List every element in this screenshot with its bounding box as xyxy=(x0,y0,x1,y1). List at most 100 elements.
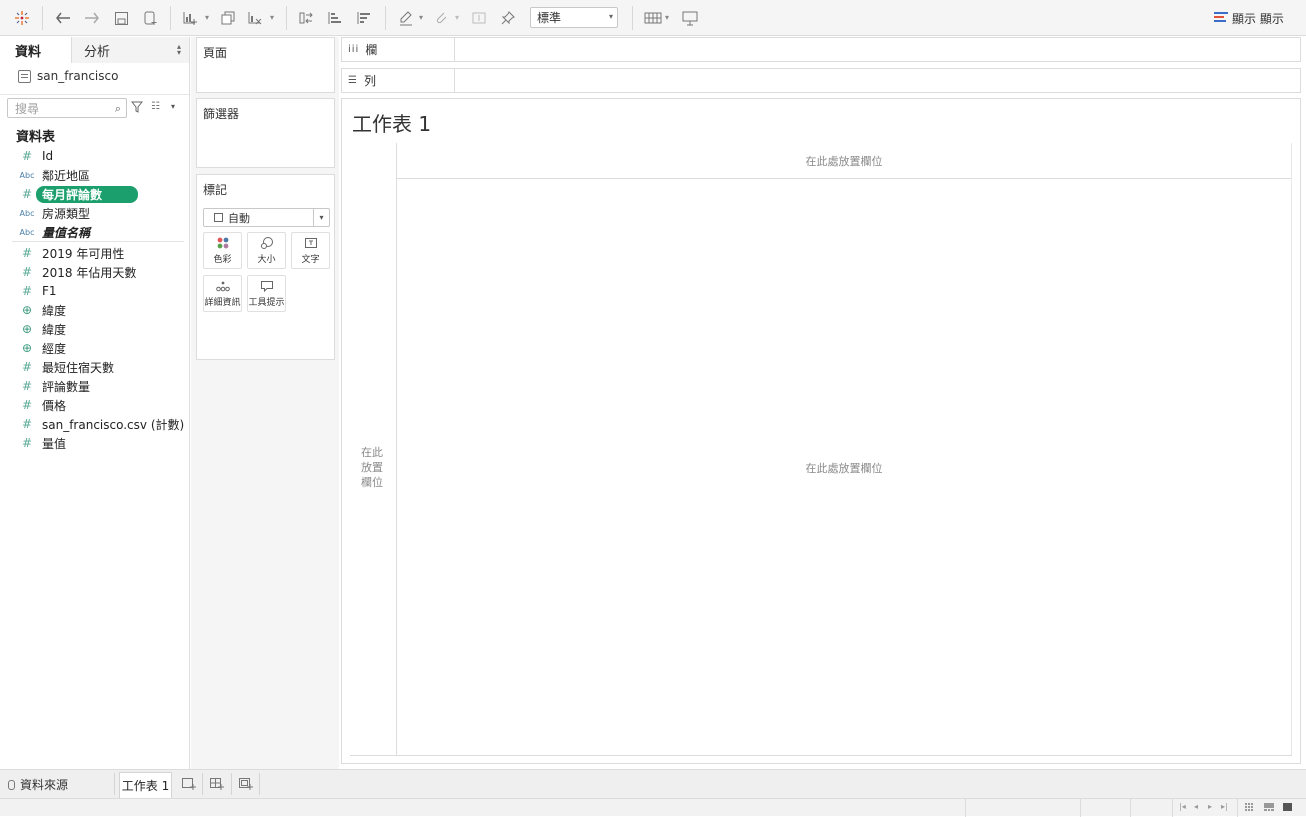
dimension-abc-icon: Abc xyxy=(19,208,35,218)
detail-label: 詳細資訊 xyxy=(204,298,241,308)
field-name: 經度 xyxy=(42,341,67,356)
search-placeholder: 搜尋 xyxy=(15,101,40,116)
globe-icon: ⊕ xyxy=(21,322,33,336)
pane-tabs: 資料 分析 ▴ ▾ xyxy=(0,37,189,63)
fit-icon[interactable] xyxy=(643,8,663,28)
field-item[interactable]: # F1 xyxy=(12,282,186,300)
row-drop-line: 欄位 xyxy=(361,476,383,489)
text-label: 文字 xyxy=(301,255,320,265)
tab-worksheet-1[interactable]: 工作表 1 xyxy=(119,772,172,798)
field-item[interactable]: # 最短住宿天數 xyxy=(12,358,186,376)
field-item[interactable]: Abc 鄰近地區 xyxy=(12,166,186,184)
show-me-button[interactable]: 顯示 顯示 xyxy=(1214,9,1284,27)
pages-shelf[interactable]: 頁面 xyxy=(196,37,335,93)
highlight-caret-icon[interactable]: ▾ xyxy=(419,13,427,23)
redo-icon[interactable] xyxy=(82,8,102,28)
field-item[interactable]: ⊕ 緯度 xyxy=(12,301,186,319)
field-name: F1 xyxy=(42,284,57,298)
pin-icon[interactable] xyxy=(498,8,518,28)
fit-select[interactable]: 標準 ▾ xyxy=(530,7,618,28)
search-input[interactable]: 搜尋 ⌕ xyxy=(7,98,127,118)
field-item[interactable]: # 2019 年可用性 xyxy=(12,244,186,262)
undo-icon[interactable] xyxy=(53,8,73,28)
field-item[interactable]: Abc 量值名稱 xyxy=(12,223,186,241)
tab-analysis[interactable]: 分析 ▴ ▾ xyxy=(71,37,189,63)
measure-hash-icon: # xyxy=(21,379,33,393)
show-me-label: 顯示 顯示 xyxy=(1232,11,1284,26)
measure-hash-icon: # xyxy=(21,246,33,260)
first-page-icon[interactable]: |◂ xyxy=(1179,802,1186,811)
view-list-icon[interactable]: ☷ xyxy=(151,101,160,112)
text-button[interactable]: 文字 xyxy=(291,232,330,269)
field-name: 2018 年佔用天數 xyxy=(42,265,137,280)
labels-icon[interactable] xyxy=(469,8,489,28)
field-item[interactable]: # Id xyxy=(12,147,186,165)
mark-type-select[interactable]: 自動 ▾ xyxy=(203,208,330,227)
duplicate-sheet-icon[interactable] xyxy=(218,8,238,28)
size-button[interactable]: 大小 xyxy=(247,232,286,269)
new-worksheet-tab-icon[interactable] xyxy=(181,777,197,791)
swap-icon[interactable] xyxy=(296,8,316,28)
filter-icon[interactable] xyxy=(131,101,143,113)
clear-sheet-icon[interactable] xyxy=(245,8,265,28)
text-icon xyxy=(304,236,318,250)
new-story-tab-icon[interactable] xyxy=(238,777,254,791)
field-item[interactable]: # 評論數量 xyxy=(12,377,186,395)
row-drop-line: 在此 xyxy=(361,446,383,459)
globe-icon: ⊕ xyxy=(21,341,33,355)
prev-page-icon[interactable]: ◂ xyxy=(1194,802,1198,811)
field-item[interactable]: ⊕ 緯度 xyxy=(12,320,186,338)
columns-icon: iii xyxy=(348,44,360,55)
column-drop-zone[interactable]: 在此處放置欄位 xyxy=(396,153,1292,169)
group-caret-icon[interactable]: ▾ xyxy=(455,13,463,23)
field-item-selected[interactable]: # 每月評論數 xyxy=(12,185,186,203)
tooltip-button[interactable]: 工具提示 xyxy=(247,275,286,312)
sort-descending-icon[interactable] xyxy=(354,8,374,28)
sheet-sorter-icon[interactable] xyxy=(1244,802,1254,814)
measure-hash-icon: # xyxy=(21,398,33,412)
new-worksheet-icon[interactable] xyxy=(180,8,200,28)
highlight-icon[interactable] xyxy=(396,8,416,28)
detail-button[interactable]: 詳細資訊 xyxy=(203,275,242,312)
tab-data[interactable]: 資料 xyxy=(0,37,71,63)
datasource-icon xyxy=(18,69,31,83)
field-name: san_francisco.csv (計數) xyxy=(42,417,185,432)
tabs-view-icon[interactable] xyxy=(1282,802,1293,814)
color-button[interactable]: 色彩 xyxy=(203,232,242,269)
clear-sheet-caret-icon[interactable]: ▾ xyxy=(270,13,278,23)
presentation-icon[interactable] xyxy=(680,8,700,28)
new-dashboard-tab-icon[interactable] xyxy=(209,777,225,791)
sort-ascending-icon[interactable] xyxy=(325,8,345,28)
new-worksheet-caret-icon[interactable]: ▾ xyxy=(205,13,213,23)
field-item[interactable]: # 2018 年佔用天數 xyxy=(12,263,186,281)
rows-shelf[interactable]: ☰ 列 xyxy=(341,68,1301,93)
marks-card: 標記 自動 ▾ 色彩 大小 文字 詳細資訊 工具提示 xyxy=(196,174,335,360)
datasource-item[interactable]: san_francisco xyxy=(18,68,118,84)
columns-shelf-label: iii 欄 xyxy=(342,38,455,61)
last-page-icon[interactable]: ▸| xyxy=(1221,802,1228,811)
add-datasource-icon[interactable] xyxy=(140,8,160,28)
filters-title: 篩選器 xyxy=(203,107,240,121)
group-icon[interactable] xyxy=(431,8,451,28)
columns-shelf[interactable]: iii 欄 xyxy=(341,37,1301,62)
fit-caret-icon[interactable]: ▾ xyxy=(665,13,673,23)
field-name: 量值名稱 xyxy=(42,225,91,240)
field-item[interactable]: # 價格 xyxy=(12,396,186,414)
field-item[interactable]: # san_francisco.csv (計數) xyxy=(12,415,186,433)
row-drop-zone[interactable]: 在此 放置 欄位 xyxy=(352,445,392,490)
field-item[interactable]: Abc 房源類型 xyxy=(12,204,186,222)
datasource-tab[interactable]: 資料來源 xyxy=(8,776,68,793)
filters-shelf[interactable]: 篩選器 xyxy=(196,98,335,168)
tooltip-icon xyxy=(260,279,274,293)
filmstrip-icon[interactable] xyxy=(1263,802,1275,814)
size-icon xyxy=(260,236,274,250)
sheet-title[interactable]: 工作表 1 xyxy=(352,108,431,137)
chevron-down-icon[interactable]: ▾ xyxy=(171,102,175,111)
field-item[interactable]: ⊕ 經度 xyxy=(12,339,186,357)
canvas-drop-zone[interactable]: 在此處放置欄位 xyxy=(396,460,1292,476)
next-page-icon[interactable]: ▸ xyxy=(1208,802,1212,811)
save-icon[interactable] xyxy=(111,8,131,28)
tables-heading: 資料表 xyxy=(16,130,56,145)
field-item[interactable]: # 量值 xyxy=(12,434,186,452)
tableau-logo-icon[interactable] xyxy=(12,8,32,28)
